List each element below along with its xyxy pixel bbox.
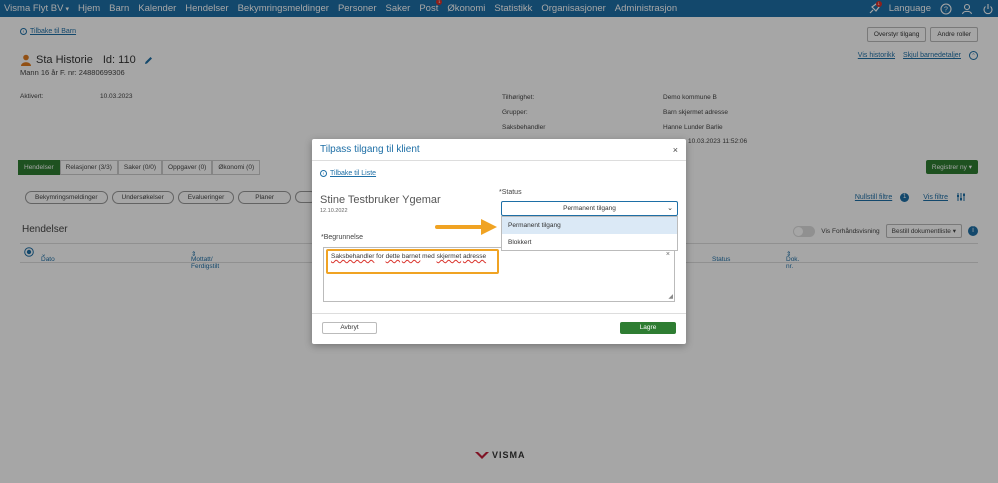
reason-text-highlight: Saksbehandler for dette barnet med skjer… bbox=[326, 249, 499, 274]
reason-word: med bbox=[420, 253, 437, 260]
status-dropdown: Permanent tilgang Blokkert bbox=[501, 216, 678, 251]
status-select-value: Permanent tilgang bbox=[563, 205, 616, 212]
reason-word: skjermet bbox=[436, 253, 462, 260]
reason-word: Saksbehandler bbox=[331, 253, 375, 260]
access-modal: Tilpass tilgang til klient × ‹ Tilbake t… bbox=[312, 139, 686, 344]
cancel-button[interactable]: Avbryt bbox=[322, 322, 377, 334]
status-select[interactable]: Permanent tilgang ⌄ bbox=[501, 201, 678, 216]
option-permanent[interactable]: Permanent tilgang bbox=[502, 217, 677, 234]
chevron-down-icon: ⌄ bbox=[667, 205, 673, 212]
modal-title: Tilpass tilgang til klient bbox=[320, 144, 420, 155]
client-name: Stine Testbruker Ygemar bbox=[320, 194, 441, 206]
save-button[interactable]: Lagre bbox=[620, 322, 676, 334]
status-label: *Status bbox=[499, 189, 522, 196]
arrow-left-icon: ‹ bbox=[320, 170, 327, 177]
reason-word: for bbox=[374, 253, 386, 260]
reason-label: *Begrunnelse bbox=[321, 234, 364, 241]
modal-header: Tilpass tilgang til klient × bbox=[312, 139, 686, 161]
annotation-arrow-icon bbox=[435, 219, 497, 235]
back-to-list-label: Tilbake til Liste bbox=[330, 170, 377, 177]
reason-text: Saksbehandler for dette barnet med skjer… bbox=[331, 253, 486, 260]
clear-icon[interactable]: × bbox=[666, 251, 670, 258]
option-blokkert[interactable]: Blokkert bbox=[502, 234, 677, 251]
reason-word: dette bbox=[385, 253, 401, 260]
client-date: 12.10.2022 bbox=[320, 208, 348, 214]
back-to-list-link[interactable]: ‹ Tilbake til Liste bbox=[320, 170, 376, 177]
close-icon[interactable]: × bbox=[673, 145, 678, 155]
reason-word: adresse bbox=[462, 253, 487, 260]
reason-word: barnet bbox=[401, 253, 421, 260]
resize-grip-icon[interactable]: ◢ bbox=[668, 293, 673, 300]
